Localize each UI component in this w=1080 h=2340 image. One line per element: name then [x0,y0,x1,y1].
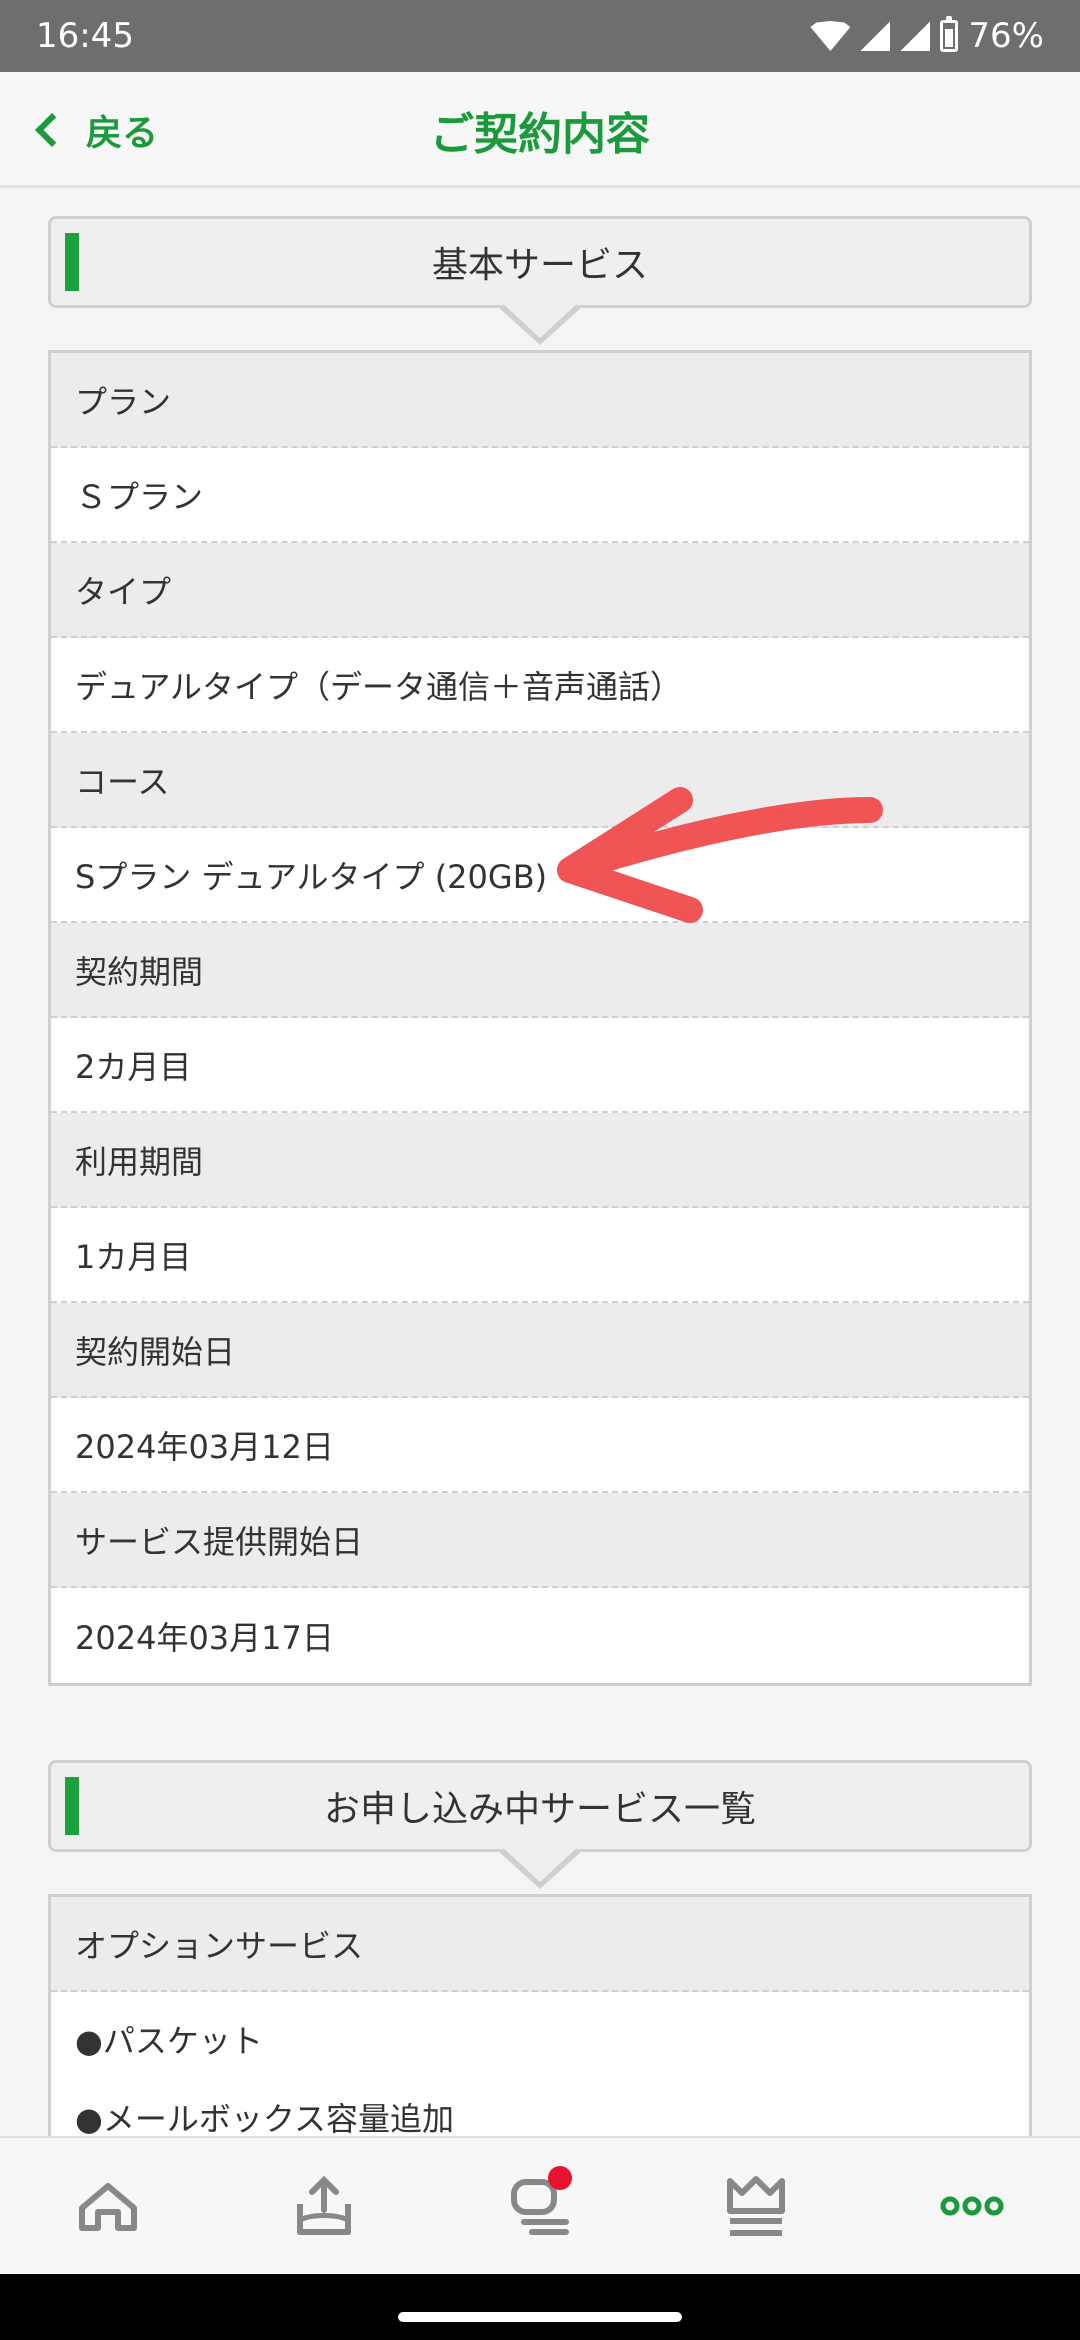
status-bar: 16:45 76% [0,0,1080,72]
home-icon [79,2183,137,2231]
accent-bar [65,1777,79,1835]
chevron-left-icon [35,113,69,147]
row-label-type: タイプ [51,543,1029,638]
nav-home[interactable] [48,2146,168,2266]
section-title-basic: 基本サービス [431,245,648,286]
back-label: 戻る [86,113,159,154]
row-label-plan: プラン [51,353,1029,448]
row-label-contract-start: 契約開始日 [51,1303,1029,1398]
system-nav-bar [0,2274,1080,2340]
row-label-service-start: サービス提供開始日 [51,1493,1029,1588]
row-value-usage-period: 1カ月目 [51,1208,1029,1303]
row-value-type: デュアルタイプ（データ通信＋音声通話） [51,638,1029,733]
row-label-usage-period: 利用期間 [51,1113,1029,1208]
battery-percent: 76% [968,16,1044,56]
signal-icon-2 [900,21,931,51]
upload-icon [297,2175,351,2235]
crown-icon [727,2176,785,2236]
notification-badge [548,2166,572,2190]
section-header-applying: お申し込み中サービス一覧 [48,1760,1032,1889]
row-value-service-start: 2024年03月17日 [51,1588,1029,1683]
row-label-option: オプションサービス [51,1897,1029,1992]
section-title-applying: お申し込み中サービス一覧 [323,1789,756,1830]
page-title: ご契約内容 [430,109,650,160]
row-value-contract-start: 2024年03月12日 [51,1398,1029,1493]
nav-chat[interactable] [480,2146,600,2266]
row-value-contract-period: 2カ月目 [51,1018,1029,1113]
list-item: ●パスケット [51,2000,1029,2078]
section-header-basic: 基本サービス [48,216,1032,345]
nav-more[interactable] [912,2146,1032,2266]
red-arrow-annotation [557,787,883,923]
basic-service-table: プラン Ｓプラン タイプ デュアルタイプ（データ通信＋音声通話） コース Sプラ… [48,350,1032,1686]
nav-upload[interactable] [264,2146,384,2266]
row-value-plan: Ｓプラン [51,448,1029,543]
back-button[interactable]: 戻る [35,72,159,188]
more-icon [940,2196,1004,2216]
battery-icon [940,16,959,52]
signal-icon [860,21,891,51]
status-time: 16:45 [36,16,134,56]
home-gesture-bar[interactable] [398,2312,682,2322]
bottom-nav [0,2136,1080,2274]
nav-crown[interactable] [696,2146,816,2266]
wifi-icon [810,21,851,51]
app-header: 戻る ご契約内容 [0,72,1080,188]
applying-service-table: オプションサービス ●パスケット ●メールボックス容量追加 [48,1894,1032,2154]
accent-bar [65,233,79,291]
